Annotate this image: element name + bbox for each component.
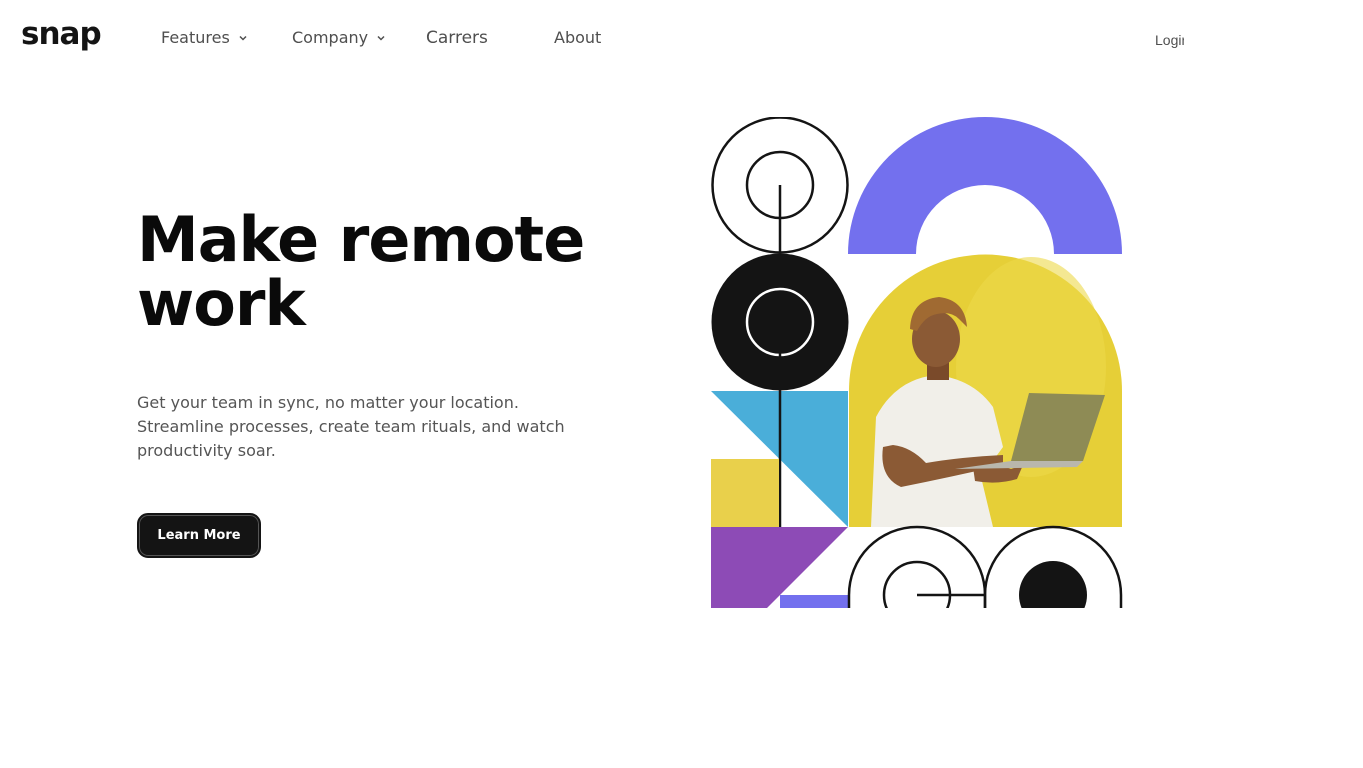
outline-circles-shape <box>711 117 849 254</box>
person-photo <box>849 254 1122 528</box>
chevron-down-icon <box>377 35 385 41</box>
nav-about[interactable]: About <box>554 26 601 50</box>
purple-arch-shape <box>848 117 1122 254</box>
nav-company-label: Company <box>292 28 369 47</box>
nav-careers[interactable]: Carrers <box>426 26 488 50</box>
chevron-down-icon <box>239 35 247 41</box>
nav-about-label: About <box>554 28 602 47</box>
hero-illustration <box>711 117 1123 608</box>
login-link[interactable]: Login <box>1155 31 1184 49</box>
page: snap Features Company Carrers About Logi… <box>0 0 1363 768</box>
nav-features-label: Features <box>161 28 230 47</box>
nav-company[interactable]: Company <box>292 26 386 50</box>
logo[interactable]: snap <box>21 14 102 54</box>
bottom-arches-shape <box>847 525 1123 608</box>
yellow-square-shape <box>711 459 779 527</box>
nav-careers-label: Carrers <box>426 28 488 48</box>
purple-bar-shape <box>780 595 849 608</box>
nav-features[interactable]: Features <box>161 26 248 50</box>
hero-description: Get your team in sync, no matter your lo… <box>137 393 565 460</box>
hero-title: Make remote work <box>137 203 585 340</box>
learn-more-button[interactable]: Learn More <box>137 513 261 558</box>
